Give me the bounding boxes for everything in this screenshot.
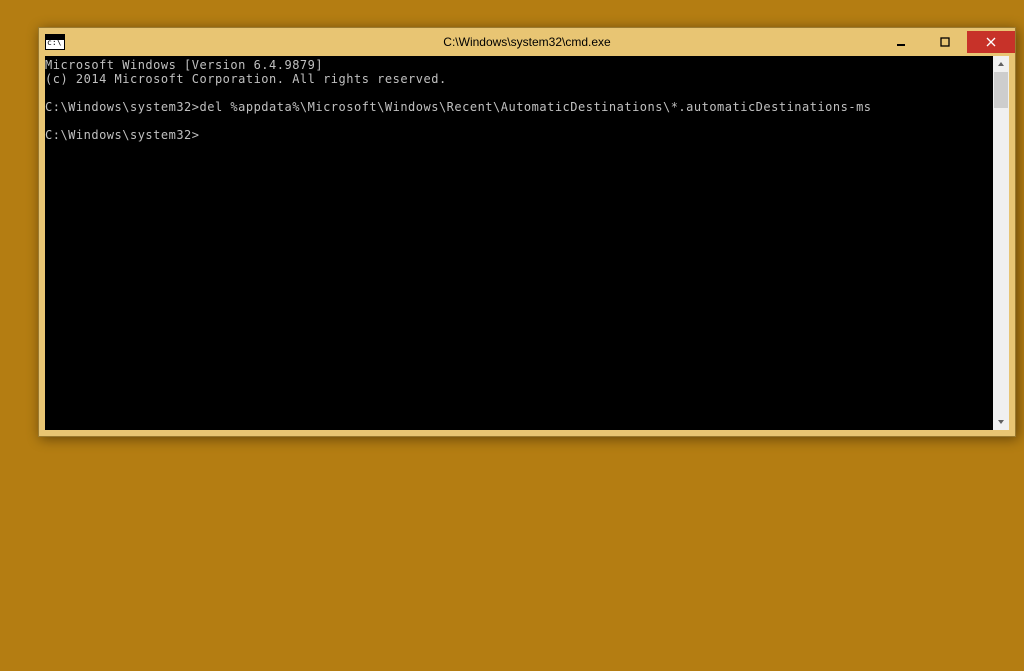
terminal-line: (c) 2014 Microsoft Corporation. All righ… — [45, 72, 993, 86]
cmd-window: C:\Windows\system32\cmd.exe Microsoft Wi… — [38, 27, 1016, 437]
terminal-prompt: C:\Windows\system32> — [45, 128, 993, 142]
scroll-track[interactable] — [993, 72, 1009, 414]
client-area: Microsoft Windows [Version 6.4.9879](c) … — [45, 56, 1009, 430]
cmd-icon — [45, 34, 65, 50]
terminal[interactable]: Microsoft Windows [Version 6.4.9879](c) … — [45, 56, 993, 430]
window-title: C:\Windows\system32\cmd.exe — [39, 35, 1015, 49]
terminal-blank-line — [45, 114, 993, 128]
maximize-button[interactable] — [923, 31, 967, 53]
close-button[interactable] — [967, 31, 1015, 53]
terminal-line: C:\Windows\system32>del %appdata%\Micros… — [45, 100, 993, 114]
terminal-line: Microsoft Windows [Version 6.4.9879] — [45, 58, 993, 72]
minimize-button[interactable] — [879, 31, 923, 53]
scroll-down-arrow-icon[interactable] — [993, 414, 1009, 430]
terminal-blank-line — [45, 86, 993, 100]
scrollbar[interactable] — [993, 56, 1009, 430]
titlebar[interactable]: C:\Windows\system32\cmd.exe — [39, 28, 1015, 56]
scroll-up-arrow-icon[interactable] — [993, 56, 1009, 72]
window-buttons — [879, 31, 1015, 53]
scroll-thumb[interactable] — [994, 72, 1008, 108]
